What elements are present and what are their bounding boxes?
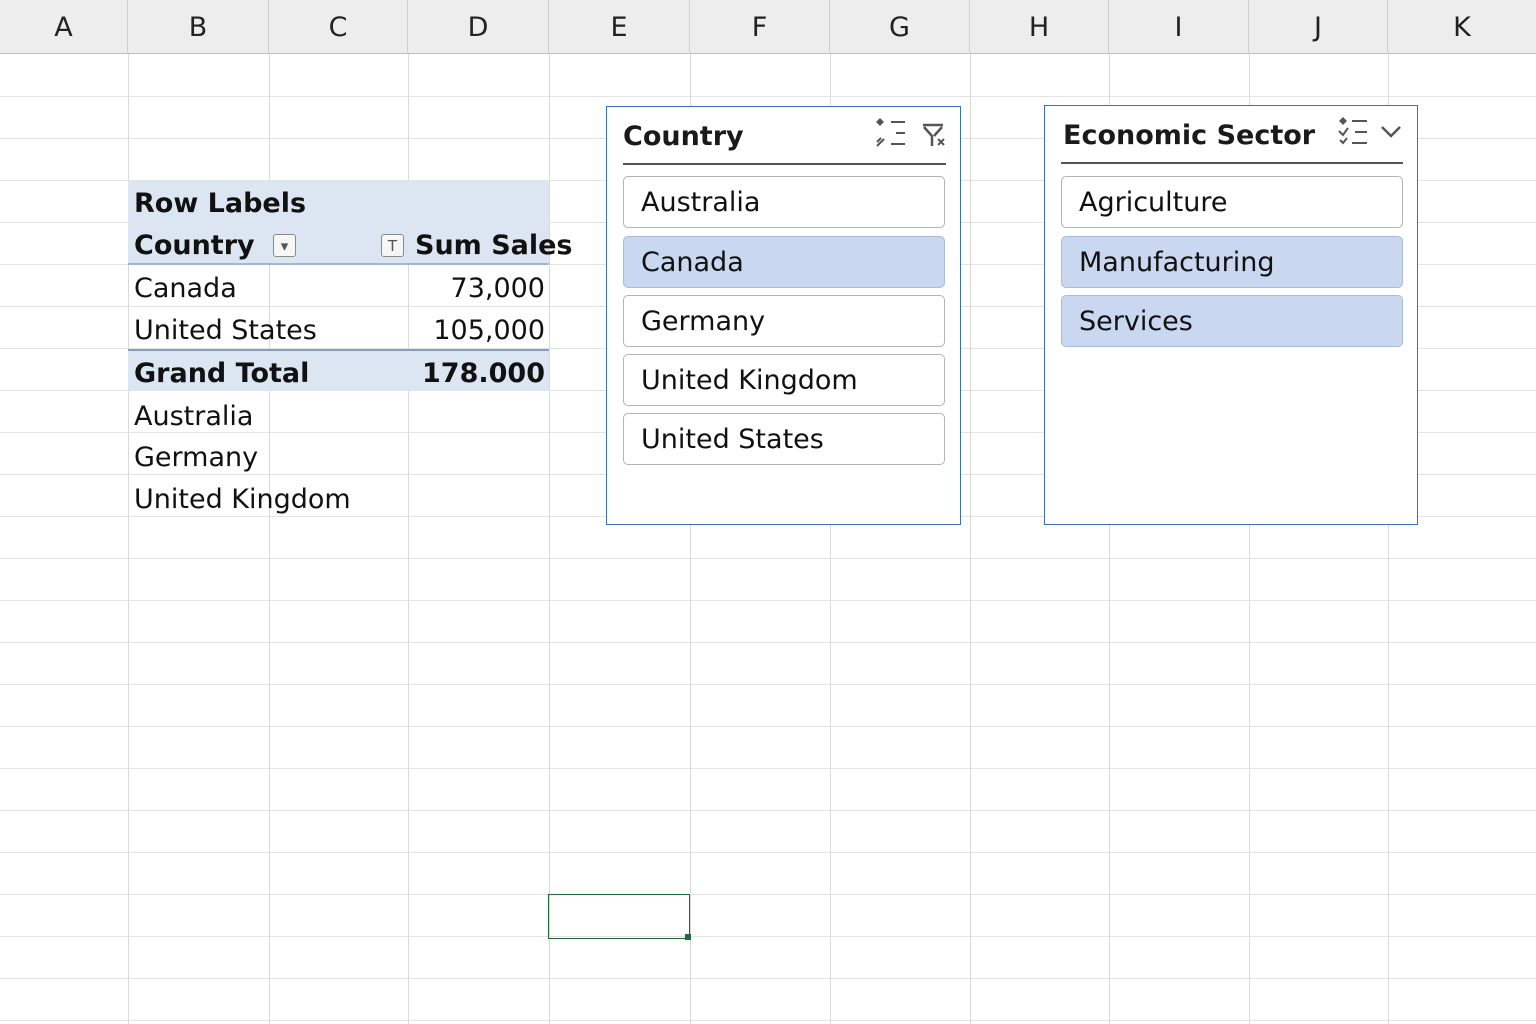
slicer-title: Economic Sector (1063, 120, 1316, 151)
slicer-item-agriculture[interactable]: Agriculture (1061, 176, 1403, 228)
slicer-item-australia[interactable]: Australia (623, 176, 945, 228)
column-header-j[interactable]: J (1249, 0, 1388, 54)
economic-sector-slicer[interactable]: Economic Sector Agriculture Manufacturin… (1044, 105, 1418, 525)
column-header-b[interactable]: B (128, 0, 269, 54)
multi-select-icon[interactable] (1337, 114, 1373, 152)
pivot-row-label[interactable]: United States (134, 317, 317, 344)
column-header-k[interactable]: K (1388, 0, 1536, 54)
gridline (970, 54, 971, 1024)
pivot-row-value[interactable]: 105,000 (408, 317, 545, 344)
slicer-item-germany[interactable]: Germany (623, 295, 945, 347)
gridline (0, 726, 1536, 727)
clear-filter-icon[interactable] (919, 121, 947, 149)
gridline (0, 978, 1536, 979)
slicer-item-canada[interactable]: Canada (623, 236, 945, 288)
pivot-header-rule (128, 263, 549, 265)
slicer-item-services[interactable]: Services (1061, 295, 1403, 347)
cell-text[interactable]: Germany (134, 444, 258, 471)
slicer-item-manufacturing[interactable]: Manufacturing (1061, 236, 1403, 288)
pivot-country-header[interactable]: Country (134, 232, 255, 259)
gridline (0, 96, 1536, 97)
gridline (0, 642, 1536, 643)
slicer-title: Country (623, 121, 744, 152)
active-cell[interactable] (548, 894, 690, 939)
gridline (0, 768, 1536, 769)
multi-select-icon[interactable] (873, 115, 913, 153)
gridline (0, 852, 1536, 853)
column-header-g[interactable]: G (830, 0, 970, 54)
column-header-i[interactable]: I (1109, 0, 1249, 54)
country-slicer[interactable]: Country Australia Canada Germany United … (606, 106, 961, 525)
pivot-row-labels-header: Row Labels (134, 188, 307, 219)
gridline (0, 936, 1536, 937)
gridline (0, 684, 1536, 685)
column-header-c[interactable]: C (269, 0, 408, 54)
pivot-country-filter-button[interactable]: ▾ (273, 234, 296, 257)
column-header-a[interactable]: A (0, 0, 128, 54)
pivot-row-value[interactable]: 73,000 (408, 275, 545, 302)
column-header-e[interactable]: E (549, 0, 690, 54)
spreadsheet: A B C D E F G H I J K Row Labels Country… (0, 0, 1536, 1024)
slicer-item-united-states[interactable]: United States (623, 413, 945, 465)
gridline (0, 600, 1536, 601)
slicer-divider (623, 163, 946, 165)
gridline (0, 810, 1536, 811)
slicer-item-united-kingdom[interactable]: United Kingdom (623, 354, 945, 406)
slicer-divider (1061, 162, 1403, 164)
gridline (0, 1020, 1536, 1021)
column-header-d[interactable]: D (408, 0, 549, 54)
pivot-sum-sales-header[interactable]: Sum Sales (415, 232, 573, 259)
gridline (0, 558, 1536, 559)
pivot-row-label[interactable]: Canada (134, 275, 237, 302)
fill-handle[interactable] (685, 934, 691, 940)
column-header-f[interactable]: F (690, 0, 830, 54)
pivot-grand-total-value[interactable]: 178.000 (408, 360, 545, 387)
pivot-grand-total-label[interactable]: Grand Total (134, 360, 309, 387)
gridline (549, 54, 550, 1024)
gridline (0, 894, 1536, 895)
cell-text[interactable]: Australia (134, 403, 253, 430)
column-header-h[interactable]: H (970, 0, 1109, 54)
column-header-bar: A B C D E F G H I J K (0, 0, 1536, 54)
cell-text[interactable]: United Kingdom (134, 486, 351, 513)
pivot-sum-header-button[interactable]: T (381, 234, 404, 257)
chevron-down-icon[interactable] (1379, 122, 1403, 142)
